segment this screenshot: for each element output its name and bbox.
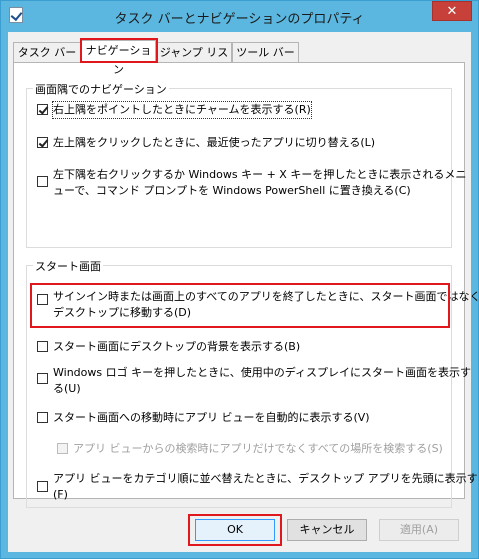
- tab-highlight-box: [80, 38, 158, 63]
- start-on-active-display-label-line2: る(U): [53, 382, 81, 395]
- switch-apps-label: 左上隅をクリックしたときに、最近使ったアプリに切り替える(L): [53, 136, 376, 149]
- corner-navigation-legend: 画面隅でのナビゲーション: [33, 81, 169, 97]
- corner-navigation-group: 画面隅でのナビゲーション 右上隅をポイントしたときにチャームを表示する(R) 左…: [26, 81, 466, 248]
- desktop-apps-first-label-line1: アプリ ビューをカテゴリ順に並べ替えたときに、デスクトップ アプリを先頭に表示す…: [53, 472, 479, 485]
- navigation-tab-panel: 画面隅でのナビゲーション 右上隅をポイントしたときにチャームを表示する(R) 左…: [13, 62, 479, 508]
- ok-button-highlight-box: [188, 514, 282, 546]
- powershell-label-line2: ューで、コマンド プロンプトを Windows PowerShell に置き換え…: [53, 184, 411, 197]
- tab-toolbars[interactable]: ツール バー: [232, 42, 299, 62]
- charms-label: 右上隅をポイントしたときにチャームを表示する(R): [52, 101, 312, 119]
- tab-jump-list[interactable]: ジャンプ リスト: [156, 42, 232, 78]
- charms-checkbox[interactable]: [37, 104, 48, 115]
- dialog-body: タスク バー ナビゲーション ジャンプ リスト ツール バー 画面隅でのナビゲー…: [8, 32, 479, 552]
- start-screen-legend: スタート画面: [33, 258, 103, 274]
- close-button[interactable]: ✕: [432, 1, 472, 21]
- apps-view-auto-checkbox[interactable]: [37, 412, 48, 423]
- search-everywhere-checkbox: [57, 443, 68, 454]
- apply-button: 適用(A): [379, 519, 459, 541]
- desktop-background-checkbox[interactable]: [37, 341, 48, 352]
- tab-taskbar[interactable]: タスク バー: [13, 42, 81, 62]
- switch-apps-checkbox[interactable]: [37, 137, 48, 148]
- powershell-checkbox[interactable]: [37, 176, 48, 187]
- start-on-active-display-checkbox[interactable]: [37, 373, 48, 384]
- search-everywhere-label: アプリ ビューからの検索時にアプリだけでなくすべての場所を検索する(S): [73, 442, 443, 455]
- title-bar[interactable]: タスク バーとナビゲーションのプロパティ ✕: [1, 1, 478, 31]
- desktop-apps-first-label-line2: (F): [53, 488, 68, 501]
- cancel-button[interactable]: キャンセル: [287, 519, 367, 541]
- window-title: タスク バーとナビゲーションのプロパティ: [114, 12, 365, 27]
- desktop-apps-first-checkbox[interactable]: [37, 481, 48, 492]
- properties-window: タスク バーとナビゲーションのプロパティ ✕ タスク バー ナビゲーション ジャ…: [0, 0, 479, 559]
- apps-view-auto-label: スタート画面への移動時にアプリ ビューを自動的に表示する(V): [53, 411, 370, 424]
- powershell-label-line1: 左下隅を右クリックするか Windows キー + X キーを押したときに表示さ…: [53, 168, 467, 181]
- start-on-active-display-label-line1: Windows ロゴ キーを押したときに、使用中のディスプレイにスタート画面を表…: [53, 366, 471, 379]
- desktop-background-label: スタート画面にデスクトップの背景を表示する(B): [53, 340, 301, 353]
- go-to-desktop-highlight-box: [30, 283, 450, 328]
